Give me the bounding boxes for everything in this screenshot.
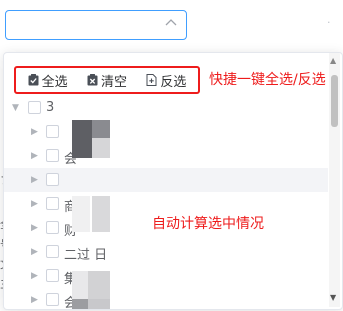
clear-label: 清空 <box>100 74 127 90</box>
caret-right-icon[interactable]: ▶ <box>31 150 41 162</box>
caret-right-icon[interactable]: ▶ <box>31 270 41 282</box>
caret-right-icon[interactable]: ▶ <box>31 198 41 210</box>
tree-checkbox[interactable] <box>28 101 41 114</box>
tree-checkbox[interactable] <box>46 197 59 210</box>
scroll-up-icon[interactable]: ▲ <box>330 56 336 65</box>
tree-dropdown-panel: 全选 清空 反选 快捷一键全选/反选 自动计算选中情况 ▼ 3 ▶ ▶ 会 ▶ … <box>3 52 343 310</box>
tree-checkbox[interactable] <box>46 269 59 282</box>
invert-selection-button[interactable]: 反选 <box>146 71 186 90</box>
tree-node[interactable]: ▶ 财 <box>4 216 328 240</box>
caret-right-icon[interactable]: ▶ <box>31 222 41 234</box>
clipboard-check-icon <box>28 74 39 86</box>
tree-checkbox[interactable] <box>46 149 59 162</box>
tree-node[interactable]: ▶ 会 <box>4 144 328 168</box>
tree-checkbox[interactable] <box>46 125 59 138</box>
tree-node[interactable]: ▶ 商 <box>4 192 328 216</box>
redaction-mosaic <box>92 138 110 158</box>
tree-node[interactable]: ▶ 会 <box>4 288 328 309</box>
tree-root-node[interactable]: ▼ 3 <box>4 96 328 120</box>
side-dot: · <box>327 16 331 29</box>
tree-node-label: 二过 日 <box>64 248 108 263</box>
tree-node[interactable]: ▶ 集 祝部 <box>4 264 328 288</box>
tree-checkbox[interactable] <box>46 293 59 306</box>
redaction-mosaic <box>92 120 110 138</box>
select-all-button[interactable]: 全选 <box>28 71 68 90</box>
caret-right-icon[interactable]: ▶ <box>31 246 41 258</box>
chevron-up-icon[interactable] <box>164 17 178 31</box>
tree-node-label: 3 <box>46 100 55 115</box>
redaction-mosaic <box>88 271 110 299</box>
caret-down-icon[interactable]: ▼ <box>12 102 22 114</box>
caret-right-icon[interactable]: ▶ <box>31 126 41 138</box>
clipboard-x-icon <box>87 74 98 86</box>
caret-right-icon[interactable]: ▶ <box>31 174 41 186</box>
redaction-mosaic <box>72 196 90 232</box>
tree-checkbox[interactable] <box>46 173 59 186</box>
toolbar-annotation: 快捷一键全选/反选 <box>209 72 326 88</box>
select-all-label: 全选 <box>41 74 68 90</box>
tree-checkbox[interactable] <box>46 245 59 258</box>
clear-button[interactable]: 清空 <box>87 71 127 90</box>
quick-select-toolbar: 全选 清空 反选 <box>14 66 200 94</box>
redaction-mosaic <box>72 120 92 158</box>
invert-selection-label: 反选 <box>160 74 187 90</box>
tree-node[interactable]: ▶ <box>4 120 328 144</box>
file-invert-icon <box>146 74 157 86</box>
redaction-mosaic <box>72 299 88 309</box>
tree-checkbox[interactable] <box>46 221 59 234</box>
redaction-mosaic <box>92 196 110 232</box>
scroll-down-icon[interactable]: ▼ <box>330 293 336 302</box>
tree-select-input[interactable] <box>5 10 187 40</box>
redaction-mosaic <box>72 271 88 299</box>
scrollbar-thumb[interactable] <box>331 75 338 127</box>
scrollbar[interactable]: ▲ ▼ <box>329 53 340 307</box>
tree-node[interactable]: ▶ <box>4 168 328 192</box>
tree-node[interactable]: ▶ 二过 日 <box>4 240 328 264</box>
redaction-mosaic <box>88 299 110 309</box>
caret-right-icon[interactable]: ▶ <box>31 294 41 306</box>
